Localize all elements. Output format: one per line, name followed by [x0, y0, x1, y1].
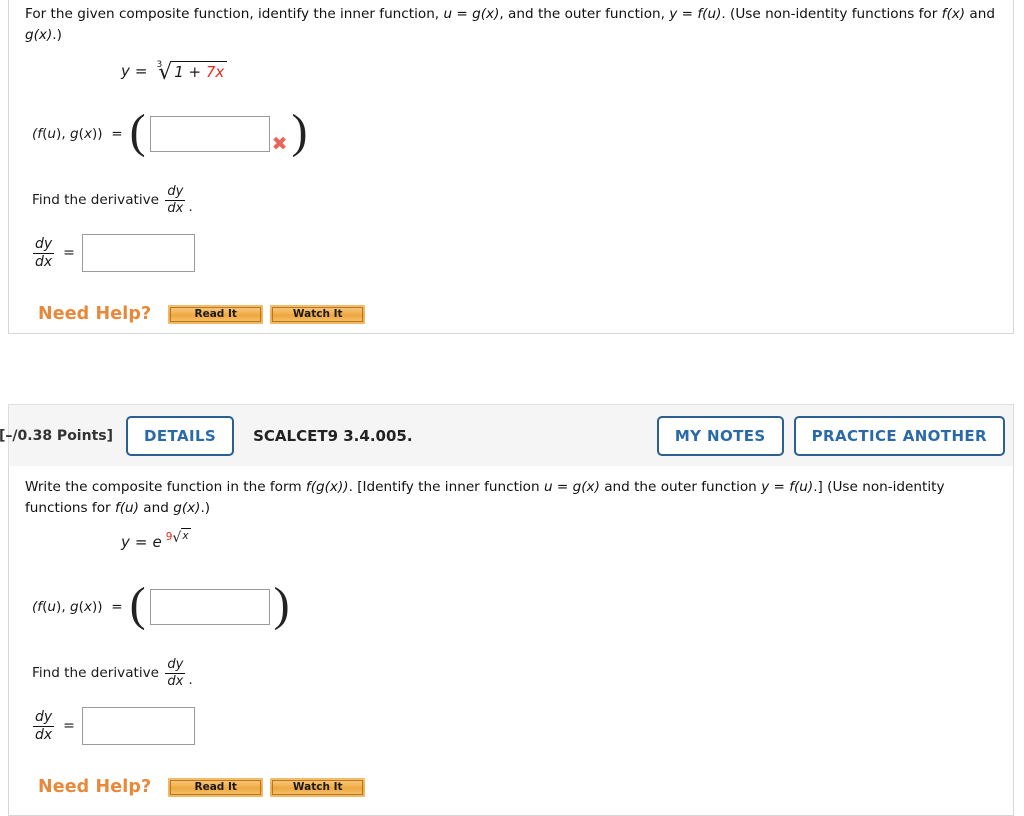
panel-gap	[0, 334, 1024, 404]
read-it-label: Read It	[170, 779, 262, 795]
fraction-denominator: dx	[33, 725, 55, 743]
prompt-text-part-2: , and the outer function,	[499, 6, 670, 22]
question-2-answer-row: (f(u), g(x)) = ( )	[32, 578, 290, 632]
func-fu: f(u)	[789, 479, 814, 495]
answer-row-label: (f(u), g(x)) =	[32, 599, 123, 616]
prompt-text-part-3: and the outer function	[599, 479, 762, 495]
exponent-coefficient-highlight: 9	[165, 531, 173, 544]
dydx-fraction-answer: dy dx	[33, 235, 55, 270]
fraction-denominator: dx	[165, 672, 186, 689]
dydx-fraction-inline: dy dx	[165, 656, 186, 689]
question-1-prompt: For the given composite function, identi…	[9, 0, 1013, 46]
question-panel-2: Write the composite function in the form…	[8, 466, 1014, 816]
exponent-expression: 9 √ x	[165, 528, 191, 547]
derivative-answer-input-1[interactable]	[81, 234, 195, 273]
equals-2: =	[677, 6, 698, 22]
radicand-highlight: 7x	[205, 63, 225, 82]
prompt-text-part-1: For the given composite function, identi…	[25, 6, 444, 22]
prompt-text-part-4: .)	[52, 27, 62, 44]
radicand-plain: 1 +	[174, 63, 206, 82]
question-1-answer-row: (f(u), g(x)) = ( ✖ )	[32, 105, 308, 159]
answer-row-label: (f(u), g(x)) =	[32, 126, 123, 143]
composite-answer-input-1[interactable]	[149, 116, 270, 153]
read-it-button-2[interactable]: Read It	[168, 777, 264, 797]
fraction-numerator: dy	[167, 183, 184, 199]
composite-answer-input-2[interactable]	[149, 589, 270, 626]
fraction-numerator: dy	[35, 708, 53, 725]
equation-equals: =	[134, 533, 148, 552]
prompt-text-part-5: .)	[200, 500, 211, 517]
derivative-text: Find the derivative	[32, 192, 160, 209]
question-panel-1: For the given composite function, identi…	[8, 0, 1014, 334]
conjunction-and: and	[965, 6, 995, 22]
question-1-derivative-instruction: Find the derivative dy dx .	[9, 183, 1013, 217]
equals-1: =	[552, 479, 573, 495]
derivative-equals: =	[63, 245, 75, 262]
derivative-answer-input-2[interactable]	[81, 707, 195, 746]
watch-it-label: Watch It	[272, 306, 364, 322]
exponential-base-e: e	[152, 533, 162, 552]
var-u: u	[443, 6, 453, 22]
question-code-label: SCALCET9 3.4.005.	[253, 426, 413, 445]
incorrect-x-icon: ✖	[271, 133, 288, 156]
points-label: [–/0.38 Points]	[0, 427, 113, 444]
question-1-equation-line: y = 3 √ 1 + 7x	[9, 60, 1013, 90]
watch-it-label: Watch It	[272, 779, 364, 795]
fraction-numerator: dy	[167, 656, 184, 672]
details-button[interactable]: DETAILS	[126, 415, 235, 456]
radicand: x	[181, 528, 191, 543]
practice-another-button[interactable]: PRACTICE ANOTHER	[793, 415, 1005, 456]
func-gx-2: g(x)	[25, 27, 53, 44]
radical-expression: 3 √ 1 + 7x	[152, 60, 228, 86]
fraction-numerator: dy	[35, 235, 53, 252]
question-1-derivative-answer-row: dy dx =	[9, 231, 1013, 275]
question-2-derivative-instruction: Find the derivative dy dx .	[9, 656, 1013, 690]
prompt-text-part-1: Write the composite function in the form	[25, 479, 306, 495]
equation-cube-root: y = 3 √ 1 + 7x	[121, 60, 228, 86]
func-fx: f(x)	[941, 6, 966, 22]
equation-equals: =	[134, 62, 148, 81]
equals-1: =	[452, 6, 473, 22]
func-gx-2: g(x)	[173, 500, 201, 517]
radicand: 1 + 7x	[172, 61, 228, 82]
derivative-text: Find the derivative	[32, 665, 160, 682]
func-fgx: f(g(x))	[305, 479, 349, 495]
read-it-label: Read It	[170, 306, 262, 322]
equation-lhs-y: y	[121, 533, 130, 552]
question-2-equation-line: y = e 9 √ x	[9, 528, 1013, 563]
question-1-help-row: Need Help? Read It Watch It	[9, 301, 1013, 327]
need-help-label: Need Help?	[38, 777, 152, 798]
fraction-denominator: dx	[165, 199, 186, 216]
func-fu: f(u)	[697, 6, 722, 22]
question-2-help-row: Need Help? Read It Watch It	[9, 774, 1013, 800]
equation-lhs-y: y	[121, 62, 130, 81]
question-2-derivative-answer-row: dy dx =	[9, 704, 1013, 748]
question-2-header-bar: [–/0.38 Points] DETAILS SCALCET9 3.4.005…	[0, 404, 1014, 466]
func-gx: g(x)	[572, 479, 600, 495]
fraction-denominator: dx	[33, 252, 55, 270]
sentence-period: .	[188, 199, 193, 216]
radical-sign-icon: √	[158, 60, 173, 86]
equals-2: =	[769, 479, 790, 495]
dydx-fraction-inline: dy dx	[165, 183, 186, 216]
my-notes-button[interactable]: MY NOTES	[656, 415, 784, 456]
watch-it-button-1[interactable]: Watch It	[270, 304, 366, 324]
func-gx: g(x)	[472, 6, 500, 22]
conjunction-and: and	[138, 500, 174, 517]
question-2-prompt: Write the composite function in the form…	[9, 466, 1013, 519]
derivative-equals: =	[63, 718, 75, 735]
var-y: y	[761, 479, 770, 495]
radical-sign-icon: √	[172, 530, 182, 547]
dydx-fraction-answer: dy dx	[33, 708, 55, 743]
prompt-text-part-2: . [Identify the inner function	[348, 479, 544, 495]
need-help-label: Need Help?	[38, 304, 152, 325]
read-it-button-1[interactable]: Read It	[168, 304, 264, 324]
equation-exponential: y = e 9 √ x	[121, 528, 191, 552]
prompt-text-part-3: . (Use non-identity functions for	[721, 6, 942, 22]
var-u: u	[543, 479, 553, 495]
func-fu-2: f(u)	[114, 500, 139, 517]
watch-it-button-2[interactable]: Watch It	[270, 777, 366, 797]
sentence-period: .	[188, 672, 193, 689]
